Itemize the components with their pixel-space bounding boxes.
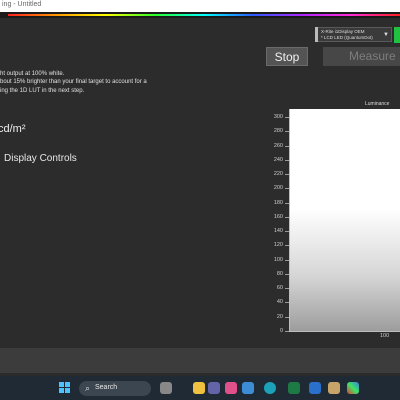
y-tick-label: 300: [273, 114, 283, 120]
y-tick-mark: [285, 131, 289, 133]
y-tick-label: 200: [273, 185, 283, 192]
search-icon: ⌕: [85, 383, 91, 393]
instructions-text: ht output at 100% white. bout 15% bright…: [0, 70, 147, 95]
maps-icon[interactable]: [328, 382, 340, 394]
colorful-app-icon[interactable]: [347, 382, 359, 394]
chevron-down-icon: ▼: [383, 32, 389, 38]
y-tick-mark: [285, 259, 289, 261]
y-tick-label: 0: [279, 328, 283, 334]
y-tick-mark: [285, 174, 289, 176]
y-tick-mark: [285, 216, 289, 218]
outlook-icon[interactable]: [309, 382, 321, 394]
y-tick-mark: [285, 316, 289, 318]
y-tick-mark: [285, 145, 289, 147]
bottom-panel: [0, 348, 400, 373]
rainbow-gradient: [8, 14, 400, 16]
y-tick-label: 160: [273, 213, 283, 220]
y-tick-label: 260: [273, 142, 283, 149]
window-title: ing - Untitled: [2, 1, 42, 8]
edge-browser-icon[interactable]: [264, 382, 276, 394]
y-tick-mark: [285, 273, 289, 275]
instruction-line: bout 15% brighter than your final target…: [0, 79, 147, 86]
x-tick-label: 100: [380, 333, 390, 339]
y-tick-label: 180: [273, 199, 283, 206]
excel-icon[interactable]: [288, 382, 300, 394]
device-select[interactable]: X-Rite i1Display OEM * LCD LED (QuantumD…: [315, 27, 392, 42]
device-select-handle: [315, 27, 318, 42]
y-tick-mark: [285, 188, 289, 190]
taskbar-search[interactable]: ⌕ Search: [79, 381, 151, 396]
y-tick-label: 140: [273, 228, 283, 235]
instruction-line: ht output at 100% white.: [0, 71, 65, 77]
y-tick-label: 20: [276, 313, 283, 320]
y-tick-mark: [285, 117, 289, 118]
chart-y-axis: [289, 109, 290, 332]
y-tick-label: 40: [276, 299, 283, 306]
y-tick-label: 60: [276, 285, 283, 292]
measure-button[interactable]: Measure: [323, 47, 400, 66]
y-tick-label: 240: [273, 156, 283, 163]
file-explorer-icon[interactable]: [193, 382, 205, 394]
chart-x-axis: [289, 331, 400, 332]
y-tick-label: 120: [273, 242, 283, 249]
copilot-icon[interactable]: [225, 382, 237, 394]
y-tick-mark: [285, 159, 289, 161]
device-name: X-Rite i1Display OEM: [321, 29, 365, 34]
y-tick-mark: [285, 302, 289, 304]
y-tick-mark: [285, 245, 289, 247]
chart-title: Luminance: [365, 101, 390, 107]
device-mode: * LCD LED (QuantumDot): [321, 35, 373, 40]
store-icon[interactable]: [242, 382, 254, 394]
y-tick-mark: [285, 202, 289, 204]
y-tick-label: 80: [276, 270, 283, 277]
status-indicator: [394, 27, 400, 43]
instruction-line: ing the 1D LUT in the next step.: [0, 87, 85, 94]
y-tick-label: 220: [273, 171, 283, 178]
y-tick-label: 100: [273, 256, 283, 263]
search-label: Search: [95, 384, 118, 391]
y-tick-mark: [285, 288, 289, 290]
y-tick-mark: [285, 231, 289, 233]
bird-app-icon[interactable]: [160, 382, 172, 394]
teams-icon[interactable]: [208, 382, 220, 394]
y-tick-mark: [285, 331, 289, 332]
display-controls-label[interactable]: Display Controls: [4, 153, 77, 164]
stop-button[interactable]: Stop: [266, 47, 308, 66]
luminance-chart-fill: [290, 109, 400, 331]
luminance-readout: cd/m²: [0, 123, 26, 135]
windows-start-icon[interactable]: [59, 382, 71, 394]
y-tick-label: 280: [273, 128, 283, 135]
title-bar: ing - Untitled: [0, 0, 400, 12]
